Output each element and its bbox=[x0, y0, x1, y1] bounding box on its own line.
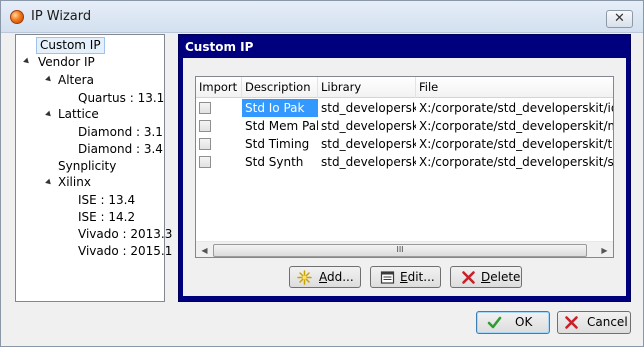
ok-button[interactable]: OK bbox=[476, 311, 550, 334]
ok-label: OK bbox=[515, 315, 533, 329]
tree-item-xilinx[interactable]: Xilinx bbox=[58, 174, 91, 191]
sparkle-icon bbox=[297, 270, 312, 285]
edit-label-hotkey: E bbox=[400, 270, 408, 284]
delete-x-icon bbox=[462, 271, 475, 284]
tree-item-diamond-34[interactable]: Diamond : 3.4 bbox=[78, 141, 163, 158]
tree-item-altera[interactable]: Altera bbox=[58, 72, 94, 89]
scroll-left-arrow-icon[interactable]: ◀ bbox=[196, 242, 213, 257]
tree-item-vendor-ip[interactable]: Vendor IP bbox=[38, 54, 95, 71]
tree-item-vivado-20133[interactable]: Vivado : 2013.3 bbox=[78, 226, 172, 243]
close-button[interactable]: ✕ bbox=[606, 10, 633, 28]
cell-library: std_developerskit bbox=[321, 137, 416, 151]
column-header-import[interactable]: Import bbox=[196, 77, 242, 98]
expand-triangle-icon[interactable] bbox=[45, 178, 53, 187]
ip-wizard-window: IP Wizard ✕ Custom IP Vendor IP Altera Q… bbox=[0, 0, 644, 347]
tree-item-custom-ip[interactable]: Custom IP bbox=[36, 37, 105, 54]
cancel-label: Cancel bbox=[587, 315, 628, 329]
checkmark-icon bbox=[487, 316, 502, 329]
add-label: dd... bbox=[327, 270, 354, 284]
table-header: Import Description Library File bbox=[196, 77, 613, 98]
tree-item-ise-142[interactable]: ISE : 14.2 bbox=[78, 209, 135, 226]
cell-file: X:/corporate/std_developerskit/synth bbox=[419, 155, 613, 169]
cell-library: std_developerskit bbox=[321, 155, 416, 169]
column-header-library[interactable]: Library bbox=[318, 77, 416, 98]
column-header-file[interactable]: File bbox=[416, 77, 613, 98]
expand-triangle-icon[interactable] bbox=[45, 110, 53, 119]
delete-label: elete bbox=[490, 270, 521, 284]
tree-item-ise-134[interactable]: ISE : 13.4 bbox=[78, 192, 135, 209]
cancel-x-icon bbox=[565, 316, 578, 329]
tree-item-diamond-31[interactable]: Diamond : 3.1 bbox=[78, 124, 163, 141]
cell-library: std_developerskit bbox=[321, 119, 416, 133]
panel-title: Custom IP bbox=[185, 40, 254, 54]
cell-file: X:/corporate/std_developerskit/iopak bbox=[419, 101, 613, 115]
scroll-right-arrow-icon[interactable]: ▶ bbox=[596, 242, 613, 257]
cell-description: Std Timing bbox=[245, 137, 310, 151]
cancel-button[interactable]: Cancel bbox=[557, 311, 631, 334]
cell-file: X:/corporate/std_developerskit/memp bbox=[419, 119, 613, 133]
horizontal-scrollbar[interactable]: ◀ III ▶ bbox=[196, 241, 613, 257]
tree-item-quartus[interactable]: Quartus : 13.1 bbox=[78, 90, 164, 107]
cell-description: Std Mem Pak bbox=[245, 119, 318, 133]
import-checkbox[interactable] bbox=[199, 156, 211, 168]
cell-description: Std Synth bbox=[245, 155, 304, 169]
delete-label-hotkey: D bbox=[481, 270, 491, 284]
scroll-thumb[interactable]: III bbox=[213, 244, 587, 257]
cell-description: Std Io Pak bbox=[242, 99, 318, 117]
add-label-hotkey: A bbox=[319, 270, 327, 284]
app-icon bbox=[10, 10, 24, 24]
ip-table[interactable]: Import Description Library File Std Io P… bbox=[195, 76, 614, 258]
cell-library: std_developerskit bbox=[321, 101, 416, 115]
cell-file: X:/corporate/std_developerskit/timing bbox=[419, 137, 613, 151]
tree-item-lattice[interactable]: Lattice bbox=[58, 106, 99, 123]
table-row[interactable]: Std Io Pak std_developerskit X:/corporat… bbox=[196, 99, 613, 117]
import-checkbox[interactable] bbox=[199, 102, 211, 114]
add-button[interactable]: Add... bbox=[289, 266, 361, 288]
table-row[interactable]: Std Synth std_developerskit X:/corporate… bbox=[196, 153, 613, 171]
edit-button[interactable]: Edit... bbox=[370, 266, 441, 288]
table-row[interactable]: Std Timing std_developerskit X:/corporat… bbox=[196, 135, 613, 153]
import-checkbox[interactable] bbox=[199, 138, 211, 150]
table-row[interactable]: Std Mem Pak std_developerskit X:/corpora… bbox=[196, 117, 613, 135]
window-title: IP Wizard bbox=[31, 9, 92, 24]
tree-item-synplicity[interactable]: Synplicity bbox=[58, 158, 116, 175]
expand-triangle-icon[interactable] bbox=[45, 75, 53, 84]
expand-triangle-icon[interactable] bbox=[23, 57, 31, 66]
title-bar[interactable]: IP Wizard ✕ bbox=[1, 1, 643, 33]
import-checkbox[interactable] bbox=[199, 120, 211, 132]
ip-tree[interactable]: Custom IP Vendor IP Altera Quartus : 13.… bbox=[15, 34, 172, 302]
tree-item-vivado-20151[interactable]: Vivado : 2015.1 bbox=[78, 243, 172, 260]
delete-button[interactable]: Delete bbox=[450, 266, 522, 288]
edit-label: dit... bbox=[407, 270, 435, 284]
column-header-description[interactable]: Description bbox=[242, 77, 318, 98]
edit-icon bbox=[380, 271, 395, 284]
